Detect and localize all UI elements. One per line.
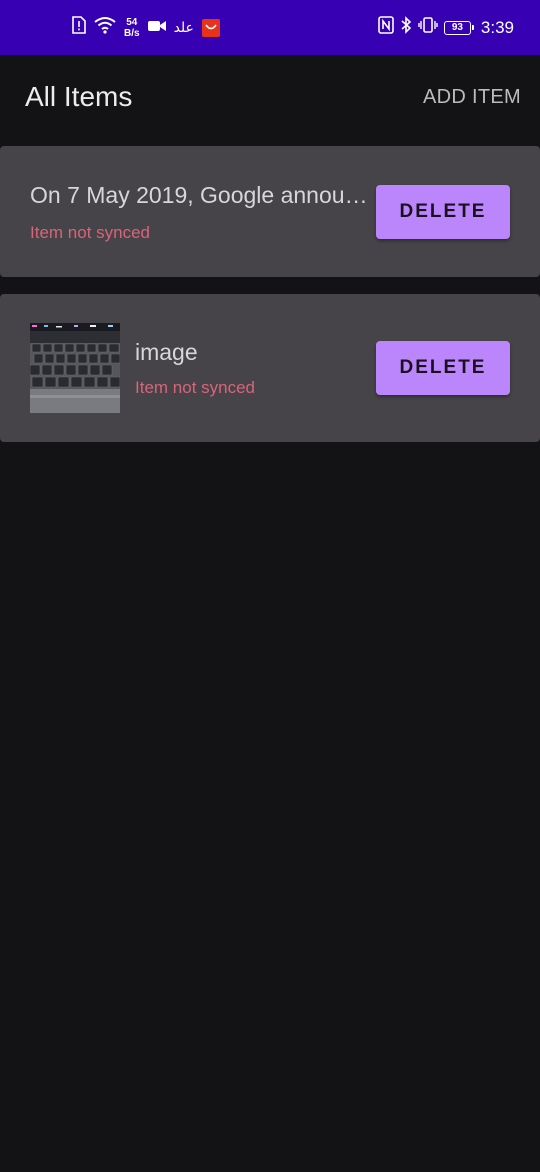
status-time: 3:39 (480, 17, 514, 37)
network-speed: 54 B/s (124, 17, 140, 39)
status-bar: 54 B/s علد 93 3:39 (0, 0, 540, 55)
item-card[interactable]: image Item not synced DELETE (0, 294, 540, 442)
add-item-button[interactable]: ADD ITEM (423, 86, 521, 109)
vibrate-icon (418, 16, 438, 39)
battery-level: 93 (451, 22, 463, 33)
wifi-icon (94, 16, 116, 39)
status-bar-left: 54 B/s علد (72, 0, 220, 55)
item-sync-status: Item not synced (135, 378, 256, 397)
status-bar-right: 93 3:39 (378, 0, 514, 55)
page-title: All Items (25, 81, 133, 112)
aliexpress-app-icon (201, 18, 220, 37)
alert-sim-icon (72, 16, 86, 39)
app-bar: All Items ADD ITEM (0, 55, 540, 141)
item-card[interactable]: On 7 May 2019, Google announ... Item not… (0, 146, 540, 277)
arabic-notification-text: علد (173, 19, 194, 36)
delete-button[interactable]: DELETE (376, 185, 510, 239)
battery-icon: 93 (443, 20, 474, 35)
item-title: image (135, 339, 198, 365)
network-speed-unit: B/s (124, 27, 140, 39)
item-thumbnail (30, 323, 120, 413)
delete-button[interactable]: DELETE (376, 341, 510, 395)
item-sync-status: Item not synced (30, 223, 151, 242)
network-speed-value: 54 (126, 16, 138, 28)
keyboard-photo (30, 323, 120, 413)
item-title: On 7 May 2019, Google announ... (30, 182, 370, 208)
nfc-icon (378, 16, 394, 39)
video-camera-icon (147, 19, 166, 37)
bluetooth-icon (400, 16, 412, 39)
